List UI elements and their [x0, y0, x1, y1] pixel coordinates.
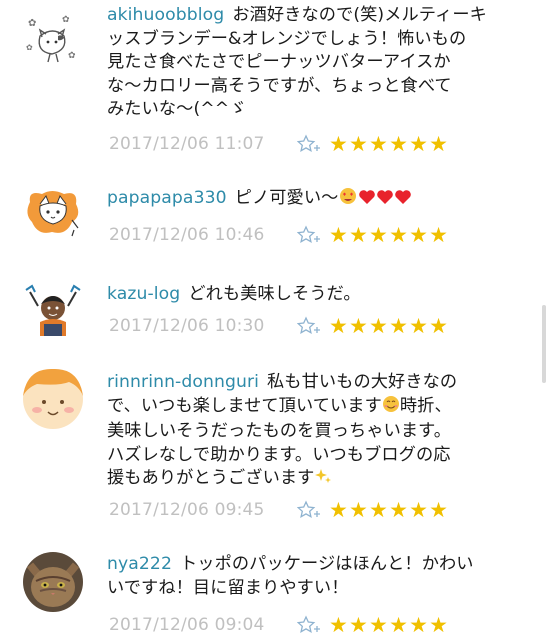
heart-icon [358, 189, 376, 213]
smile-emoji-icon [382, 395, 400, 421]
heart-icon [376, 189, 394, 213]
comment-line: で、いつも楽しませて頂いています [107, 395, 382, 416]
person-avatar-icon[interactable] [22, 278, 84, 340]
add-star-icon[interactable] [297, 134, 323, 154]
comment-line: トッポのパッケージはほんと！かわい [180, 554, 474, 574]
comment-meta: 2017/12/06 10:46 ★★★★★★ [109, 222, 449, 248]
add-star-icon[interactable] [297, 316, 323, 336]
svg-text:✿: ✿ [26, 43, 33, 52]
svg-text:✿: ✿ [62, 15, 70, 25]
comment-line: ッスブランデー&オレンジでしょう！怖いもの [107, 28, 467, 49]
star-icon: ★★★★★★ [329, 313, 450, 338]
add-star-icon[interactable] [297, 225, 323, 245]
cat-avatar-icon[interactable]: ✿ ✿ ✿ ✿ [22, 6, 84, 68]
smiley-avatar-icon[interactable] [22, 368, 84, 430]
comment-text: kazu-log どれも美味しそうだ。 [107, 283, 499, 307]
svg-text:✿: ✿ [68, 51, 76, 61]
comment-line: いですね！目に留まりやすい！ [107, 577, 349, 598]
comment-timestamp: 2017/12/06 11:07 [109, 134, 265, 154]
comment-meta: 2017/12/06 10:30 ★★★★★★ [109, 313, 449, 339]
svg-text:✿: ✿ [28, 18, 36, 29]
comment-line: ピノ可愛い～ [234, 188, 339, 208]
comment-meta: 2017/12/06 09:45 ★★★★★★ [109, 497, 449, 523]
add-star-icon[interactable] [297, 615, 323, 635]
comment-text: rinnrinn-donnguri 私も甘いもの大好きなので、いつも楽しませて頂い… [107, 371, 499, 493]
comment-line: 援もありがとうございます [107, 468, 315, 489]
comment-username[interactable]: papapapa330 [107, 188, 227, 208]
cat-photo-avatar-icon[interactable] [22, 551, 84, 613]
comment-line: どれも美味しそうだ。 [188, 284, 361, 304]
comment-username[interactable]: nya222 [107, 554, 172, 574]
comment-text: nya222 トッポのパッケージはほんと！かわいいですね！目に留まりやすい！ [107, 553, 499, 600]
comment-meta: 2017/12/06 09:04 ★★★★★★ [109, 612, 449, 638]
comment-line: 時折、 [399, 395, 452, 416]
comment-timestamp: 2017/12/06 10:46 [109, 225, 265, 245]
comment-line: 美味しいそうだったものを買っちゃいます。 [107, 421, 452, 442]
comment-line: ハズレなしで助かります。いつもブログの応 [107, 444, 451, 465]
add-star-icon[interactable] [297, 500, 323, 520]
comment-line: な～カロリー高そうですが、ちょっと食べて [107, 75, 452, 96]
sparkles-emoji-icon [314, 467, 332, 493]
comment-timestamp: 2017/12/06 10:30 [109, 316, 265, 336]
star-icon: ★★★★★★ [329, 131, 450, 156]
comment-line: 私も甘いもの大好きなの [267, 372, 458, 392]
comment-text: papapapa330 ピノ可愛い～ [107, 187, 499, 213]
comment-username[interactable]: rinnrinn-donnguri [107, 372, 259, 392]
scrollbar[interactable] [542, 305, 546, 383]
star-icon: ★★★★★★ [329, 612, 450, 637]
heart-icon [394, 189, 412, 213]
comment-meta: 2017/12/06 11:07 ★★★★★★ [109, 131, 449, 157]
comment-timestamp: 2017/12/06 09:04 [109, 615, 265, 635]
comment-text: akihuoobblog お酒好きなので(笑)メルティーキッスブランデー&オレンジ… [107, 4, 499, 122]
comment-username[interactable]: akihuoobblog [107, 5, 224, 25]
star-icon: ★★★★★★ [329, 497, 450, 522]
comment-line: みたいな～(^^ゞ [107, 99, 247, 120]
comment-line: お酒好きなので(笑)メルティーキ [232, 5, 487, 25]
star-icon: ★★★★★★ [329, 222, 450, 247]
comment-line: 見たさ食べたさでピーナッツバターアイスか [107, 52, 451, 73]
comment-timestamp: 2017/12/06 09:45 [109, 500, 265, 520]
fox-avatar-icon[interactable] [22, 180, 84, 242]
heart-eyes-emoji-icon [338, 187, 358, 213]
comment-username[interactable]: kazu-log [107, 284, 180, 304]
